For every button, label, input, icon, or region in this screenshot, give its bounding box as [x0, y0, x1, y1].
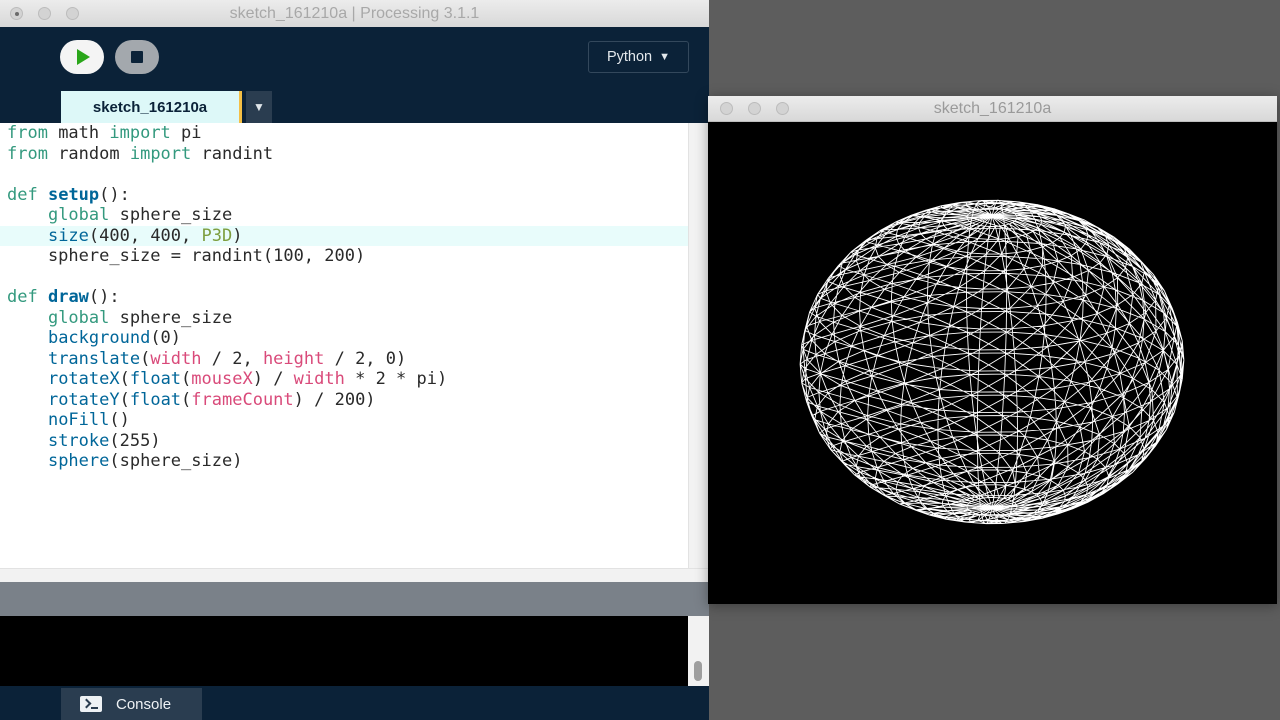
play-icon [77, 49, 90, 65]
code-line[interactable]: global sphere_size [0, 308, 688, 329]
ide-titlebar[interactable]: sketch_161210a | Processing 3.1.1 [0, 0, 709, 28]
code-line[interactable]: def setup(): [0, 185, 688, 206]
code-line[interactable]: def draw(): [0, 287, 688, 308]
mode-label: Python [606, 49, 653, 65]
sketch-titlebar[interactable]: sketch_161210a [708, 96, 1277, 122]
code-line[interactable]: rotateX(float(mouseX) / width * 2 * pi) [0, 369, 688, 390]
editor-scrollbar[interactable] [688, 123, 709, 568]
stop-button[interactable] [115, 40, 159, 74]
code-line[interactable]: from random import randint [0, 144, 688, 165]
console-tab-label: Console [116, 695, 172, 713]
sketch-window-title: sketch_161210a [933, 100, 1052, 117]
code-line[interactable]: rotateY(float(frameCount) / 200) [0, 390, 688, 411]
code-line[interactable]: noFill() [0, 410, 688, 431]
wireframe-sphere [799, 199, 1185, 525]
bottom-bar: Console [0, 686, 709, 720]
sketch-canvas[interactable] [708, 122, 1277, 604]
caret-down-icon: ▼ [253, 100, 265, 114]
console-output[interactable] [0, 616, 688, 686]
code-editor[interactable]: from math import pi from random import ra… [0, 123, 688, 568]
code-line[interactable]: sphere_size = randint(100, 200) [0, 246, 688, 267]
console-scroll-thumb[interactable] [694, 661, 702, 681]
console-scrollbar[interactable] [688, 616, 709, 686]
mode-selector[interactable]: Python ▼ [588, 41, 689, 73]
tab-menu-button[interactable]: ▼ [246, 91, 272, 123]
stop-icon [131, 51, 143, 63]
ide-window-title: sketch_161210a | Processing 3.1.1 [229, 5, 480, 22]
terminal-icon [80, 696, 102, 712]
toolbar: Python ▼ sketch_161210a ▼ [0, 27, 709, 123]
editor-horizontal-scrollbar[interactable] [0, 568, 709, 582]
tab-sketch[interactable]: sketch_161210a [61, 91, 242, 123]
run-button[interactable] [60, 40, 104, 74]
sketch-window: sketch_161210a [708, 96, 1277, 604]
console-tab[interactable]: Console [61, 688, 202, 720]
code-line[interactable]: sphere(sphere_size) [0, 451, 688, 472]
status-bar [0, 582, 709, 616]
code-line[interactable] [0, 267, 688, 288]
caret-down-icon: ▼ [659, 51, 671, 63]
code-line[interactable]: background(0) [0, 328, 688, 349]
ide-window: sketch_161210a | Processing 3.1.1 Python… [0, 0, 709, 720]
code-line[interactable]: global sphere_size [0, 205, 688, 226]
code-line[interactable]: stroke(255) [0, 431, 688, 452]
code-line[interactable]: from math import pi [0, 123, 688, 144]
code-line[interactable] [0, 164, 688, 185]
code-line[interactable]: size(400, 400, P3D) [0, 225, 688, 246]
sphere-mesh [799, 199, 1185, 525]
code-line[interactable]: translate(width / 2, height / 2, 0) [0, 349, 688, 370]
